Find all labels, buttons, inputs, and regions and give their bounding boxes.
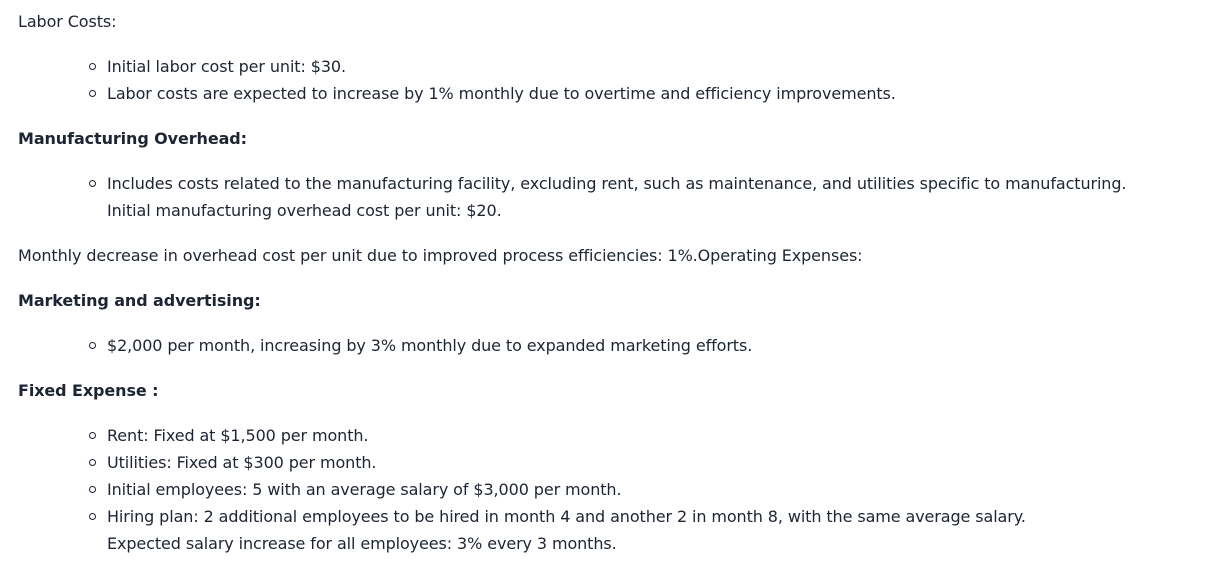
marketing-heading: Marketing and advertising:	[18, 291, 261, 310]
list-item-text: Includes costs related to the manufactur…	[107, 174, 1127, 193]
list-item: Utilities: Fixed at $300 per month.	[18, 449, 1218, 476]
bullet-icon	[89, 486, 96, 493]
labor-costs-heading: Labor Costs:	[18, 12, 117, 31]
bullet-icon	[89, 459, 96, 466]
list-item: Includes costs related to the manufactur…	[18, 170, 1218, 224]
list-item-text: Labor costs are expected to increase by …	[107, 84, 896, 103]
list-item-text: Rent: Fixed at $1,500 per month.	[107, 426, 369, 445]
list-item-text: Hiring plan: 2 additional employees to b…	[107, 507, 1026, 526]
bullet-icon	[89, 90, 96, 97]
list-item-continuation: Initial manufacturing overhead cost per …	[107, 201, 502, 220]
list-item: Labor costs are expected to increase by …	[18, 80, 1218, 107]
list-item-continuation: Expected salary increase for all employe…	[107, 534, 617, 553]
fixed-expense-heading: Fixed Expense :	[18, 381, 159, 400]
labor-costs-list: Initial labor cost per unit: $30. Labor …	[18, 53, 1218, 107]
list-item: Initial labor cost per unit: $30.	[18, 53, 1218, 80]
list-item: Rent: Fixed at $1,500 per month.	[18, 422, 1218, 449]
bullet-icon	[89, 180, 96, 187]
manufacturing-overhead-heading: Manufacturing Overhead:	[18, 129, 247, 148]
document-body: Labor Costs: Initial labor cost per unit…	[18, 8, 1218, 557]
list-item: $2,000 per month, increasing by 3% month…	[18, 332, 1218, 359]
bullet-icon	[89, 63, 96, 70]
list-item-text: Initial labor cost per unit: $30.	[107, 57, 346, 76]
manufacturing-overhead-list: Includes costs related to the manufactur…	[18, 170, 1218, 224]
list-item: Hiring plan: 2 additional employees to b…	[18, 503, 1218, 557]
list-item-text: $2,000 per month, increasing by 3% month…	[107, 336, 753, 355]
fixed-expense-list: Rent: Fixed at $1,500 per month. Utiliti…	[18, 422, 1218, 557]
bullet-icon	[89, 432, 96, 439]
bullet-icon	[89, 513, 96, 520]
list-item-text: Initial employees: 5 with an average sal…	[107, 480, 622, 499]
list-item: Initial employees: 5 with an average sal…	[18, 476, 1218, 503]
bullet-icon	[89, 342, 96, 349]
overhead-note: Monthly decrease in overhead cost per un…	[18, 246, 863, 265]
list-item-text: Utilities: Fixed at $300 per month.	[107, 453, 377, 472]
marketing-list: $2,000 per month, increasing by 3% month…	[18, 332, 1218, 359]
